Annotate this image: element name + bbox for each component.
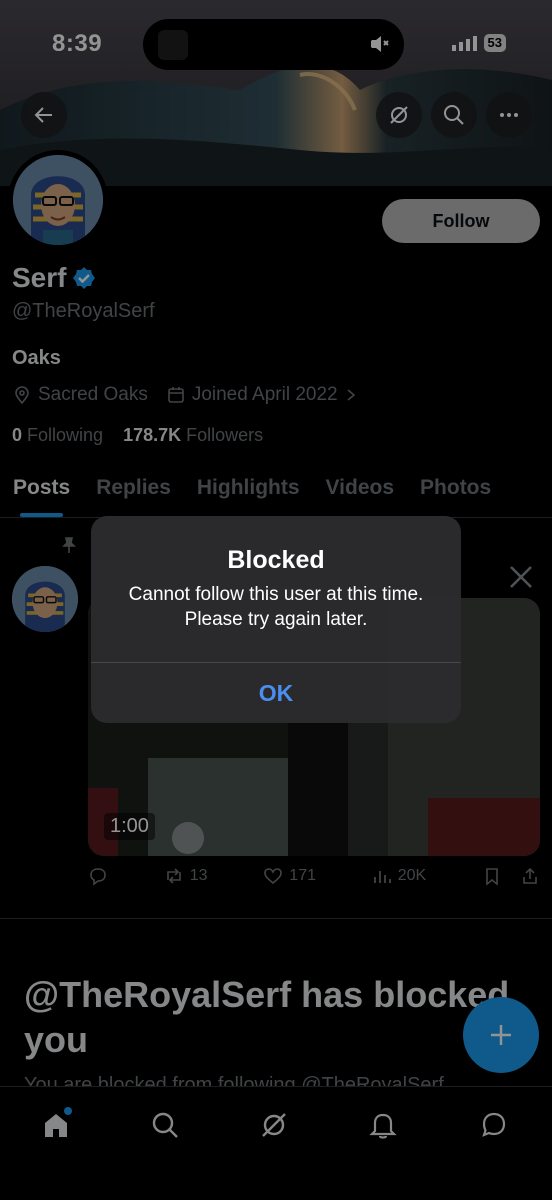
alert-title: Blocked [227, 546, 325, 574]
alert-message: Cannot follow this user at this time. Pl… [128, 584, 424, 630]
alert-ok-button[interactable]: OK [91, 663, 461, 723]
blocked-alert: Blocked Cannot follow this user at this … [91, 516, 461, 723]
